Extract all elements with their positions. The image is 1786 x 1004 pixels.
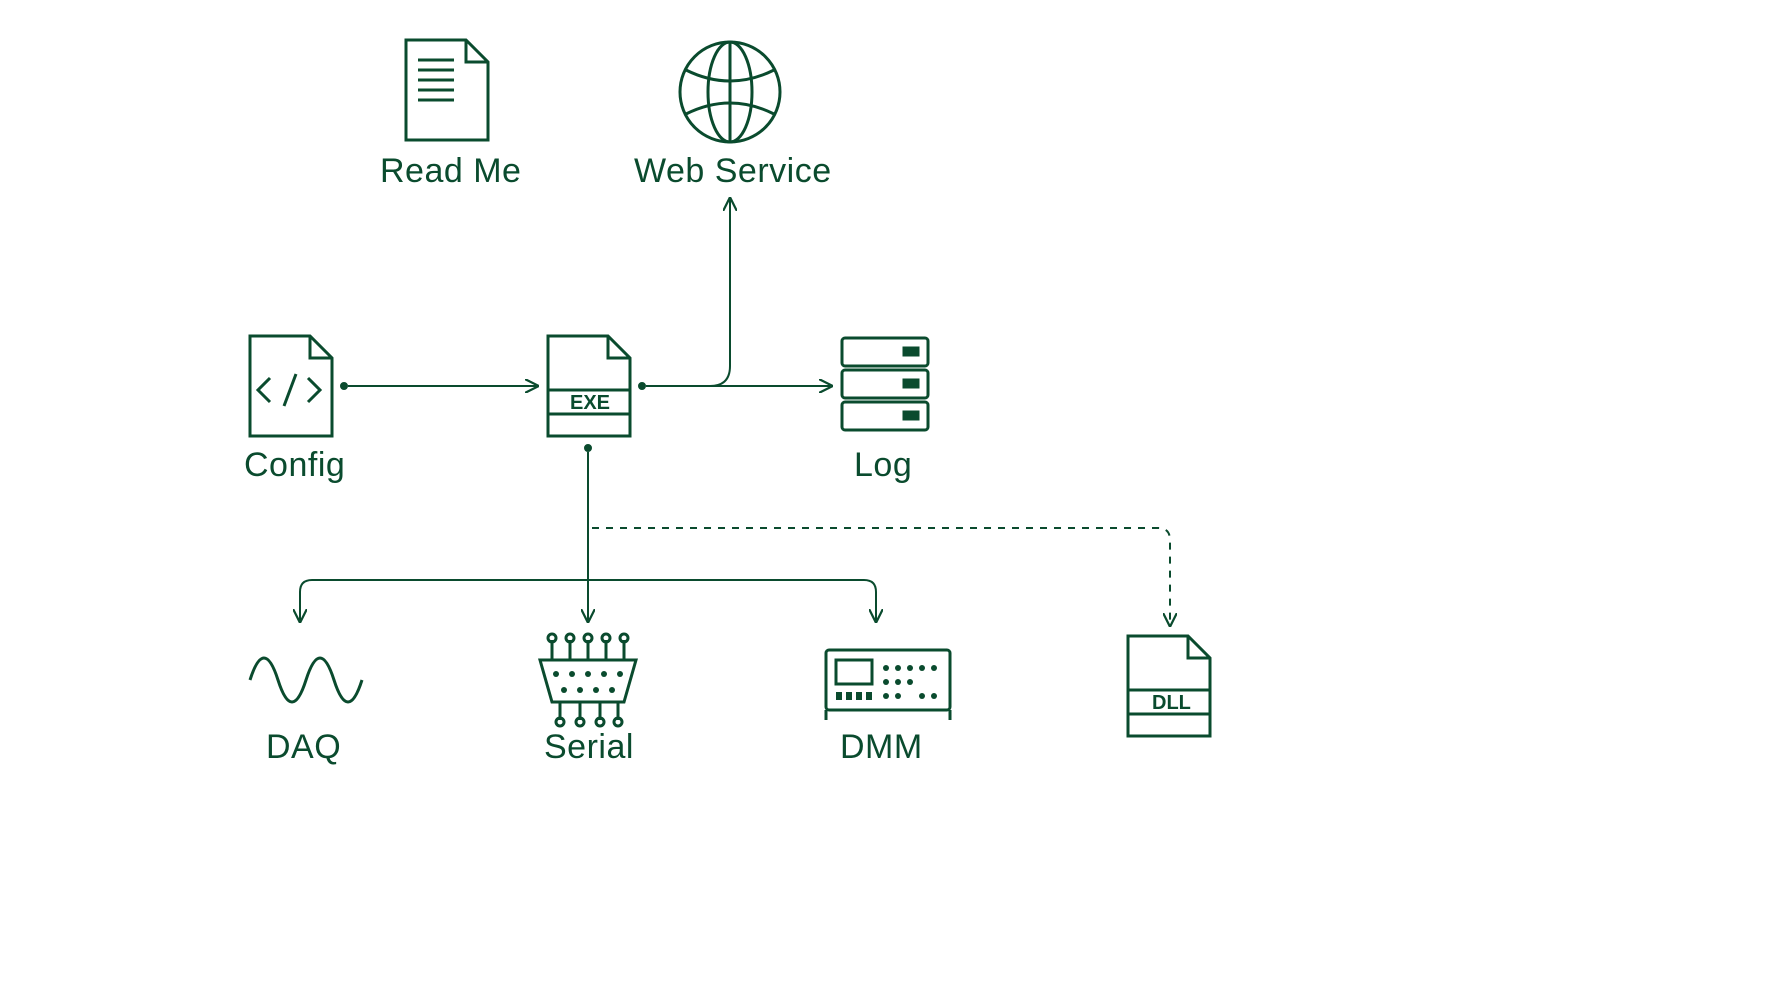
dmm-icon <box>826 650 950 720</box>
edge-exe-to-bus <box>585 445 591 620</box>
dll-icon <box>1128 636 1210 736</box>
edge-config-to-exe <box>341 383 536 389</box>
log-label: Log <box>854 446 912 485</box>
edge-exe-to-webservice <box>710 200 730 386</box>
edge-exe-to-log <box>639 383 830 389</box>
architecture-diagram <box>0 0 1786 1004</box>
globe-icon <box>680 42 780 142</box>
exe-badge: EXE <box>570 392 610 415</box>
daq-label: DAQ <box>266 728 341 767</box>
readme-label: Read Me <box>380 152 521 191</box>
log-icon <box>842 338 928 430</box>
exe-icon <box>548 336 630 436</box>
dmm-label: DMM <box>840 728 923 767</box>
dll-badge: DLL <box>1152 692 1191 715</box>
readme-icon <box>406 40 488 140</box>
daq-icon <box>250 658 362 702</box>
webservice-label: Web Service <box>634 152 832 191</box>
edge-exe-to-dll <box>592 528 1170 624</box>
serial-label: Serial <box>544 728 634 767</box>
serial-icon <box>540 634 636 726</box>
config-icon <box>250 336 332 436</box>
config-label: Config <box>244 446 345 485</box>
